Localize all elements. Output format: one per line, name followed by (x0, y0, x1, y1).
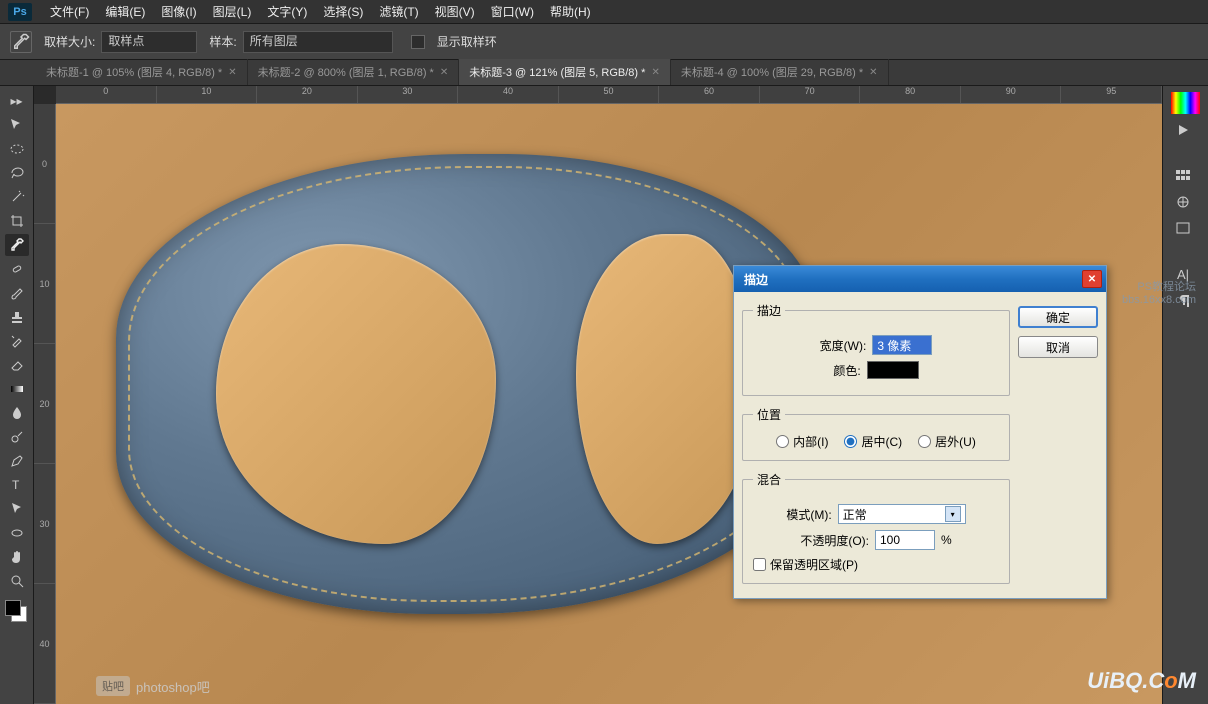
document-tab-bar: 未标题-1 @ 105% (图层 4, RGB/8) * ✕ 未标题-2 @ 80… (0, 60, 1208, 86)
toolbox: ▸▸ T (0, 86, 34, 704)
close-icon[interactable]: ✕ (1082, 270, 1102, 288)
psbar-text: photoshop吧 (136, 677, 210, 696)
mode-combobox[interactable]: 正常 ▾ (838, 504, 966, 524)
menu-filter[interactable]: 滤镜(T) (371, 3, 426, 20)
close-icon[interactable]: ✕ (869, 67, 877, 78)
sample-label: 样本: (209, 33, 236, 50)
menu-file[interactable]: 文件(F) (42, 3, 97, 20)
blur-tool-icon[interactable] (5, 402, 29, 424)
styles-icon[interactable] (1167, 216, 1199, 240)
app-logo: Ps (8, 3, 32, 21)
opacity-unit: % (941, 533, 952, 547)
color-swatches[interactable] (5, 600, 29, 624)
stroke-dialog: 描边 ✕ 描边 宽度(W): 颜色: 位置 内部(I) 居中(C) (733, 265, 1107, 599)
width-input[interactable] (872, 335, 932, 355)
shape-tool-icon[interactable] (5, 522, 29, 544)
menu-image[interactable]: 图像(I) (153, 3, 204, 20)
position-group: 位置 内部(I) 居中(C) 居外(U) (742, 406, 1010, 461)
stamp-tool-icon[interactable] (5, 306, 29, 328)
menu-edit[interactable]: 编辑(E) (97, 3, 153, 20)
show-ring-label: 显示取样环 (437, 33, 497, 50)
heal-tool-icon[interactable] (5, 258, 29, 280)
horizontal-ruler[interactable]: 010203040506070809095 (56, 86, 1162, 104)
tab-label: 未标题-3 @ 121% (图层 5, RGB/8) * (469, 64, 645, 80)
position-inside-radio[interactable]: 内部(I) (776, 433, 828, 450)
sample-size-label: 取样大小: (44, 33, 95, 50)
ok-button[interactable]: 确定 (1018, 306, 1098, 328)
cancel-button[interactable]: 取消 (1018, 336, 1098, 358)
wand-tool-icon[interactable] (5, 186, 29, 208)
type-tool-icon[interactable]: T (5, 474, 29, 496)
opacity-label: 不透明度(O): (800, 532, 869, 549)
blend-group: 混合 模式(M): 正常 ▾ 不透明度(O): % 保留透明区域(P) (742, 471, 1010, 584)
dialog-titlebar[interactable]: 描边 ✕ (734, 266, 1106, 292)
blend-group-label: 混合 (753, 471, 785, 488)
swatches-icon[interactable] (1167, 164, 1199, 188)
brush-tool-icon[interactable] (5, 282, 29, 304)
expand-icon[interactable]: ▸▸ (5, 90, 29, 112)
doc-tab-1[interactable]: 未标题-1 @ 105% (图层 4, RGB/8) * ✕ (36, 59, 248, 85)
menu-type[interactable]: 文字(Y) (259, 3, 315, 20)
position-group-label: 位置 (753, 406, 785, 423)
path-select-icon[interactable] (5, 498, 29, 520)
opacity-input[interactable] (875, 530, 935, 550)
tab-label: 未标题-1 @ 105% (图层 4, RGB/8) * (46, 64, 222, 80)
play-icon[interactable] (1167, 118, 1199, 142)
history-brush-icon[interactable] (5, 330, 29, 352)
dodge-tool-icon[interactable] (5, 426, 29, 448)
width-label: 宽度(W): (820, 337, 867, 354)
foreground-color-swatch[interactable] (5, 600, 21, 616)
close-icon[interactable]: ✕ (228, 67, 236, 78)
lasso-tool-icon[interactable] (5, 162, 29, 184)
options-bar: 取样大小: 取样点 样本: 所有图层 显示取样环 (0, 24, 1208, 60)
site-watermark: UiBQ.CoM (1087, 668, 1196, 694)
tab-label: 未标题-4 @ 100% (图层 29, RGB/8) * (681, 64, 863, 80)
marquee-tool-icon[interactable] (5, 138, 29, 160)
menu-help[interactable]: 帮助(H) (542, 3, 599, 20)
menu-select[interactable]: 选择(S) (315, 3, 371, 20)
preserve-label: 保留透明区域(P) (770, 556, 858, 573)
crop-tool-icon[interactable] (5, 210, 29, 232)
dialog-title: 描边 (744, 271, 768, 288)
doc-tab-3[interactable]: 未标题-3 @ 121% (图层 5, RGB/8) * ✕ (459, 59, 671, 85)
close-icon[interactable]: ✕ (651, 67, 659, 78)
chevron-down-icon[interactable]: ▾ (945, 506, 961, 522)
move-tool-icon[interactable] (5, 114, 29, 136)
mode-value: 正常 (843, 506, 867, 523)
gradient-tool-icon[interactable] (5, 378, 29, 400)
color-panel-icon[interactable] (1171, 92, 1200, 114)
color-swatch[interactable] (867, 361, 919, 379)
stroke-group: 描边 宽度(W): 颜色: (742, 302, 1010, 396)
eyedropper-tool-icon[interactable] (5, 234, 29, 256)
mode-label: 模式(M): (786, 506, 831, 523)
sample-size-select[interactable]: 取样点 (101, 31, 197, 53)
sample-select[interactable]: 所有图层 (243, 31, 393, 53)
close-icon[interactable]: ✕ (440, 67, 448, 78)
doc-tab-2[interactable]: 未标题-2 @ 800% (图层 1, RGB/8) * ✕ (248, 59, 460, 85)
hand-tool-icon[interactable] (5, 546, 29, 568)
position-center-radio[interactable]: 居中(C) (844, 433, 902, 450)
position-outside-radio[interactable]: 居外(U) (918, 433, 976, 450)
forum-watermark: PS教程论坛 bbs.16xx8.com (1122, 278, 1196, 306)
menu-layer[interactable]: 图层(L) (205, 3, 260, 20)
right-panel-dock: A| (1162, 86, 1208, 704)
adjustments-icon[interactable] (1167, 190, 1199, 214)
stroke-group-label: 描边 (753, 302, 785, 319)
show-ring-checkbox[interactable] (411, 35, 425, 49)
doc-tab-4[interactable]: 未标题-4 @ 100% (图层 29, RGB/8) * ✕ (671, 59, 889, 85)
baidu-badge: 贴吧 (96, 676, 130, 696)
pen-tool-icon[interactable] (5, 450, 29, 472)
svg-text:T: T (12, 478, 20, 492)
tab-label: 未标题-2 @ 800% (图层 1, RGB/8) * (258, 64, 434, 80)
zoom-tool-icon[interactable] (5, 570, 29, 592)
color-label: 颜色: (833, 362, 860, 379)
baidu-watermark: 贴吧 photoshop吧 (96, 676, 210, 696)
menu-view[interactable]: 视图(V) (427, 3, 483, 20)
menu-bar: Ps 文件(F) 编辑(E) 图像(I) 图层(L) 文字(Y) 选择(S) 滤… (0, 0, 1208, 24)
vertical-ruler[interactable]: 010203040 (34, 104, 56, 704)
eyedropper-indicator-icon[interactable] (10, 31, 32, 53)
menu-window[interactable]: 窗口(W) (483, 3, 542, 20)
preserve-transparency-checkbox[interactable] (753, 558, 766, 571)
eraser-tool-icon[interactable] (5, 354, 29, 376)
